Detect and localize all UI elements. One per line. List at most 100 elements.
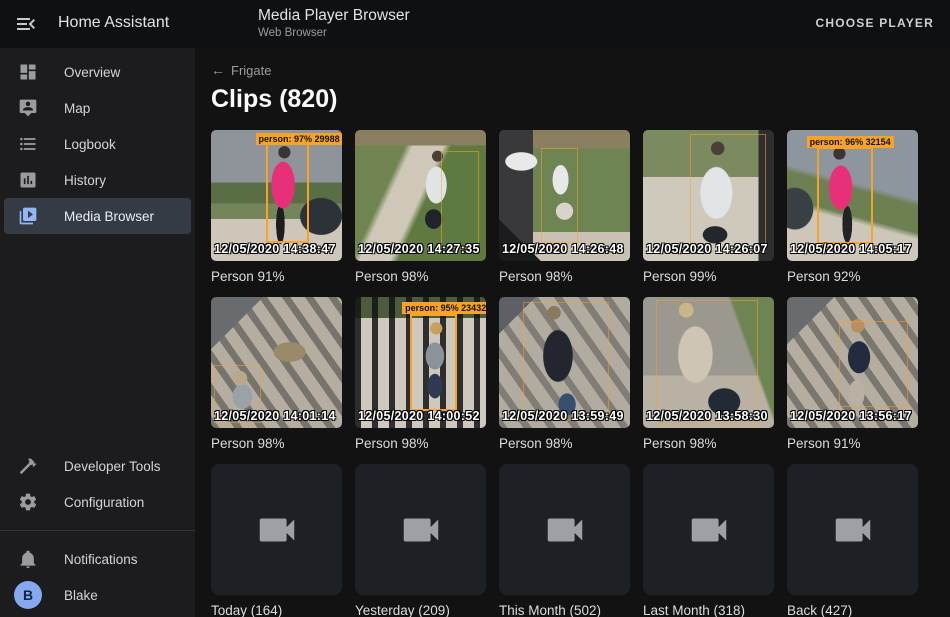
detection-bbox [541, 148, 578, 242]
clip-card[interactable]: 12/05/2020 13:59:49 Person 98% [499, 297, 630, 451]
media-player-title: Media Player Browser [258, 7, 410, 25]
clip-thumbnail: 12/05/2020 13:56:17 [787, 297, 918, 428]
clip-caption: Person 98% [499, 269, 630, 284]
page-title: Clips (820) [211, 85, 934, 114]
clip-card[interactable]: 12/05/2020 13:58:30 Person 98% [643, 297, 774, 451]
clip-thumbnail: person: 96% 32154 12/05/2020 14:05:17 [787, 130, 918, 261]
sidebar-item-label: Logbook [64, 137, 116, 152]
clip-card[interactable]: person: 96% 32154 12/05/2020 14:05:17 Pe… [787, 130, 918, 284]
video-camera-icon [542, 507, 588, 553]
folder-label: Today (164) [211, 603, 342, 617]
clip-timestamp: 12/05/2020 13:56:17 [790, 409, 912, 423]
clip-caption: Person 98% [643, 436, 774, 451]
choose-player-button[interactable]: CHOOSE PLAYER [815, 16, 934, 30]
avatar: B [14, 581, 42, 609]
dashboard-icon [18, 62, 38, 82]
folder-tile [499, 464, 630, 595]
gear-icon [18, 492, 38, 512]
sidebar-item-history[interactable]: History [4, 162, 191, 198]
folder-label: This Month (502) [499, 603, 630, 617]
clip-caption: Person 98% [355, 269, 486, 284]
detection-label: person: 95% 23432 [402, 302, 486, 314]
video-camera-icon [830, 507, 876, 553]
clip-card[interactable]: person: 97% 29988 12/05/2020 14:38:47 Pe… [211, 130, 342, 284]
clip-timestamp: 12/05/2020 14:26:48 [502, 242, 624, 256]
clip-timestamp: 12/05/2020 13:58:30 [646, 409, 768, 423]
chart-box-icon [18, 170, 38, 190]
clip-thumbnail: 12/05/2020 14:27:35 [355, 130, 486, 261]
clip-caption: Person 92% [787, 269, 918, 284]
folder-card-last-month[interactable]: Last Month (318) [643, 464, 774, 617]
media-browser-content: ← Frigate Clips (820) person: 97% 29988 … [195, 48, 950, 617]
detection-bbox [656, 300, 758, 423]
sidebar-divider [0, 530, 195, 531]
media-player-title-block: Media Player Browser Web Browser [258, 7, 410, 39]
sidebar-item-configuration[interactable]: Configuration [4, 484, 191, 520]
user-name: Blake [64, 588, 98, 603]
back-arrow-icon: ← [211, 62, 225, 78]
clips-grid: person: 97% 29988 12/05/2020 14:38:47 Pe… [211, 130, 934, 617]
clip-timestamp: 12/05/2020 14:00:52 [358, 409, 480, 423]
sidebar-item-label: Map [64, 101, 90, 116]
sidebar-item-label: Configuration [64, 495, 144, 510]
clip-card[interactable]: 12/05/2020 14:01:14 Person 98% [211, 297, 342, 451]
video-camera-icon [686, 507, 732, 553]
detection-bbox [817, 147, 873, 244]
folder-card-this-month[interactable]: This Month (502) [499, 464, 630, 617]
folder-card-yesterday[interactable]: Yesterday (209) [355, 464, 486, 617]
clip-timestamp: 12/05/2020 14:26:07 [646, 242, 768, 256]
bell-icon [18, 549, 38, 569]
clip-caption: Person 98% [211, 436, 342, 451]
play-box-multiple-icon [18, 206, 38, 226]
clip-timestamp: 12/05/2020 14:27:35 [358, 242, 480, 256]
folder-tile [787, 464, 918, 595]
clip-timestamp: 12/05/2020 13:59:49 [502, 409, 624, 423]
sidebar: Overview Map Logbook History Media Brows… [0, 48, 195, 617]
clip-thumbnail: person: 97% 29988 12/05/2020 14:38:47 [211, 130, 342, 261]
sidebar-item-user[interactable]: B Blake [4, 577, 191, 613]
detection-bbox [266, 142, 309, 243]
sidebar-item-label: Media Browser [64, 209, 154, 224]
folder-card-back[interactable]: Back (427) [787, 464, 918, 617]
folder-label: Back (427) [787, 603, 918, 617]
folder-label: Yesterday (209) [355, 603, 486, 617]
sidebar-item-map[interactable]: Map [4, 90, 191, 126]
clip-card[interactable]: 12/05/2020 14:26:07 Person 99% [643, 130, 774, 284]
video-camera-icon [398, 507, 444, 553]
clip-caption: Person 98% [499, 436, 630, 451]
detection-label: person: 97% 29988 [256, 133, 342, 145]
folder-tile [211, 464, 342, 595]
detection-label: person: 96% 32154 [807, 136, 894, 148]
sidebar-item-overview[interactable]: Overview [4, 54, 191, 90]
clip-card[interactable]: 12/05/2020 14:27:35 Person 98% [355, 130, 486, 284]
sidebar-item-developer-tools[interactable]: Developer Tools [4, 448, 191, 484]
sidebar-toggle-icon[interactable] [14, 12, 38, 36]
sidebar-item-label: Developer Tools [64, 459, 161, 474]
list-icon [18, 134, 38, 154]
folder-card-today[interactable]: Today (164) [211, 464, 342, 617]
sidebar-item-label: Notifications [64, 552, 138, 567]
detection-bbox [839, 321, 907, 407]
top-app-bar: Home Assistant Media Player Browser Web … [0, 0, 950, 48]
clip-thumbnail: 12/05/2020 13:58:30 [643, 297, 774, 428]
clip-thumbnail: 12/05/2020 14:26:07 [643, 130, 774, 261]
clip-caption: Person 98% [355, 436, 486, 451]
clip-card[interactable]: person: 95% 23432 12/05/2020 14:00:52 Pe… [355, 297, 486, 451]
detection-bbox [410, 314, 457, 411]
breadcrumb-label: Frigate [231, 63, 271, 78]
sidebar-item-logbook[interactable]: Logbook [4, 126, 191, 162]
clip-thumbnail: 12/05/2020 14:01:14 [211, 297, 342, 428]
clip-card[interactable]: 12/05/2020 14:26:48 Person 98% [499, 130, 630, 284]
clip-timestamp: 12/05/2020 14:38:47 [214, 242, 336, 256]
detection-bbox [690, 134, 766, 252]
sidebar-item-media-browser[interactable]: Media Browser [4, 198, 191, 234]
clip-thumbnail: person: 95% 23432 12/05/2020 14:00:52 [355, 297, 486, 428]
map-person-icon [18, 98, 38, 118]
sidebar-item-notifications[interactable]: Notifications [4, 541, 191, 577]
clip-caption: Person 99% [643, 269, 774, 284]
breadcrumb[interactable]: ← Frigate [211, 62, 934, 78]
folder-tile [643, 464, 774, 595]
sidebar-item-label: Overview [64, 65, 120, 80]
clip-thumbnail: 12/05/2020 14:26:48 [499, 130, 630, 261]
clip-card[interactable]: 12/05/2020 13:56:17 Person 91% [787, 297, 918, 451]
